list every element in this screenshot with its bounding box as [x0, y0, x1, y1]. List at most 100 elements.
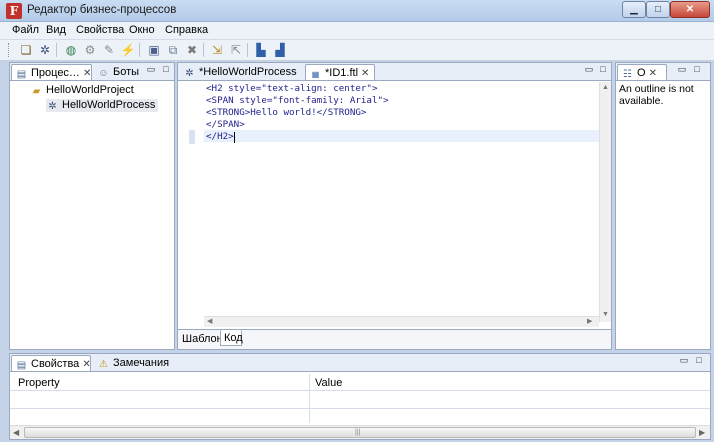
scroll-right-icon[interactable]: ▶ — [699, 428, 705, 437]
new-process-icon[interactable]: ❏ — [18, 42, 34, 58]
plugin-icon[interactable]: ⚙ — [82, 42, 98, 58]
code-line[interactable]: <STRONG>Hello world!</STRONG> — [206, 107, 366, 118]
properties-hscrollbar[interactable]: ◀ ||| ▶ — [10, 425, 710, 439]
processes-tab-icon: ▤ — [16, 69, 27, 80]
column-divider — [309, 391, 310, 423]
editor-gutter — [178, 82, 204, 322]
new-bot-icon[interactable]: ✲ — [37, 42, 53, 58]
window-title: Редактор бизнес-процессов — [27, 4, 177, 16]
delete-icon[interactable]: ✖ — [184, 42, 200, 58]
code-line[interactable]: </H2> — [206, 131, 234, 142]
editor-panel: ✲ *HelloWorldProcess ▦ *ID1.ftl ✕ ▭ □ <H2 s… — [177, 62, 612, 350]
close-icon[interactable]: ✕ — [83, 68, 91, 79]
tab-bots-label: Боты — [113, 66, 140, 78]
edit-icon[interactable]: ✎ — [101, 42, 117, 58]
code-line[interactable]: <H2 style="text-align: center"> — [206, 83, 377, 94]
minimize-view-icon[interactable]: ▭ — [146, 65, 156, 75]
tab-problems[interactable]: ⚠ Замечания — [94, 355, 169, 371]
tab-processes[interactable]: ▤ Процес… ✕ — [11, 64, 92, 80]
code-line[interactable]: </SPAN> — [206, 119, 245, 130]
tab-code[interactable]: Код — [220, 330, 243, 346]
outline-icon: ☷ — [623, 69, 632, 80]
column-header-property[interactable]: Property — [18, 377, 60, 389]
export-icon[interactable]: ⇱ — [228, 42, 244, 58]
tab-ftl-file-label: *ID1.ftl — [325, 67, 359, 79]
tab-outline[interactable]: ☷ O ✕ — [617, 64, 667, 80]
current-line-marker — [189, 130, 195, 144]
tab-bots[interactable]: ☺ Боты — [94, 64, 144, 80]
editor-hscrollbar[interactable]: ◀ ▶ — [204, 316, 599, 327]
minimize-view-icon[interactable]: ▭ — [584, 65, 594, 75]
tree-item-label: HelloWorldProcess — [62, 99, 156, 111]
save-icon[interactable]: ▣ — [146, 42, 162, 58]
tab-template[interactable]: Шаблон — [179, 331, 223, 347]
deploy-alt-icon[interactable]: ▟ — [272, 42, 288, 58]
close-icon[interactable]: ✕ — [82, 359, 90, 370]
tab-processes-label: Процес… — [31, 67, 80, 79]
tab-properties-label: Свойства — [31, 358, 80, 370]
scroll-left-icon[interactable]: ◀ — [207, 317, 212, 325]
menu-file[interactable]: Файл — [8, 24, 43, 36]
close-icon[interactable]: ✕ — [649, 68, 657, 79]
save-all-icon[interactable]: ⧉ — [165, 42, 181, 58]
app-icon: F — [6, 3, 22, 19]
globe-icon[interactable]: ◍ — [63, 42, 79, 58]
menu-properties[interactable]: Свойства — [72, 24, 128, 36]
menu-view[interactable]: Вид — [42, 24, 70, 36]
process-explorer-panel: ▤ Процес… ✕ ☺ Боты ▭ □ ▰ HelloWorldProject ✲… — [9, 62, 175, 350]
toolbar-separator — [203, 43, 204, 57]
tab-process-editor-label: *HelloWorldProcess — [199, 66, 297, 78]
import-icon[interactable]: ⇲ — [209, 42, 225, 58]
minimize-view-icon[interactable]: ▭ — [677, 65, 687, 75]
editor-vscrollbar[interactable]: ▲ ▼ — [599, 82, 611, 322]
toolbar-separator — [139, 43, 140, 57]
ftl-file-icon: ▦ — [311, 70, 320, 79]
row-divider — [10, 408, 710, 409]
column-divider[interactable] — [309, 374, 310, 391]
close-icon[interactable]: ✕ — [361, 68, 369, 79]
tree-item-project[interactable]: ▰ HelloWorldProject — [30, 84, 134, 97]
deploy-icon[interactable]: ▙ — [253, 42, 269, 58]
bots-tab-icon: ☺ — [98, 68, 109, 79]
tab-process-editor[interactable]: ✲ *HelloWorldProcess — [180, 64, 302, 80]
tab-outline-label: O — [637, 67, 646, 79]
column-header-value[interactable]: Value — [315, 377, 342, 389]
text-cursor — [234, 132, 235, 143]
minimize-view-icon[interactable]: ▭ — [679, 356, 689, 366]
menu-bar: Файл Вид Свойства Окно Справка — [0, 22, 714, 40]
maximize-view-icon[interactable]: □ — [694, 356, 704, 366]
properties-table-header: Property Value — [10, 374, 710, 391]
scroll-right-icon[interactable]: ▶ — [587, 317, 592, 325]
scroll-down-icon[interactable]: ▼ — [602, 311, 609, 318]
process-icon: ✲ — [185, 68, 194, 79]
current-line-highlight — [204, 130, 600, 142]
menu-window[interactable]: Окно — [125, 24, 159, 36]
tab-ftl-file[interactable]: ▦ *ID1.ftl ✕ — [305, 64, 375, 80]
process-icon: ✲ — [48, 101, 57, 112]
maximize-view-icon[interactable]: □ — [161, 65, 171, 75]
editor-mode-tabbar: Шаблон Код — [178, 329, 611, 349]
scroll-up-icon[interactable]: ▲ — [602, 84, 609, 91]
title-bar: F Редактор бизнес-процессов ▁ □ ✕ — [0, 0, 714, 22]
maximize-view-icon[interactable]: □ — [692, 65, 702, 75]
close-button[interactable]: ✕ — [670, 1, 710, 18]
code-line[interactable]: <SPAN style="font-family: Arial"> — [206, 95, 389, 106]
tree-item-process[interactable]: ✲ HelloWorldProcess — [46, 99, 159, 112]
toolbar-separator — [56, 43, 57, 57]
menu-help[interactable]: Справка — [161, 24, 212, 36]
maximize-view-icon[interactable]: □ — [598, 65, 608, 75]
tab-properties[interactable]: ▤ Свойства ✕ — [11, 355, 91, 371]
minimize-button[interactable]: ▁ — [622, 1, 646, 18]
tree-item-label: HelloWorldProject — [46, 84, 134, 96]
properties-panel: ▤ Свойства ✕ ⚠ Замечания ▭ □ Property Value… — [9, 353, 711, 440]
toolbar-separator — [247, 43, 248, 57]
maximize-button[interactable]: □ — [646, 1, 670, 18]
scroll-thumb[interactable]: ||| — [24, 427, 696, 438]
wand-icon[interactable]: ⚡ — [120, 42, 136, 58]
properties-tabbar: ▤ Свойства ✕ ⚠ Замечания ▭ □ — [10, 354, 710, 372]
toolbar-grip — [8, 43, 10, 57]
scroll-left-icon[interactable]: ◀ — [13, 428, 19, 437]
outline-message: An outline is not available. — [619, 83, 694, 107]
outline-panel: ☷ O ✕ ▭ □ An outline is not available. — [615, 62, 711, 350]
toolbar: ❏ ✲ ◍ ⚙ ✎ ⚡ ▣ ⧉ ✖ ⇲ ⇱ ▙ ▟ — [0, 40, 714, 61]
